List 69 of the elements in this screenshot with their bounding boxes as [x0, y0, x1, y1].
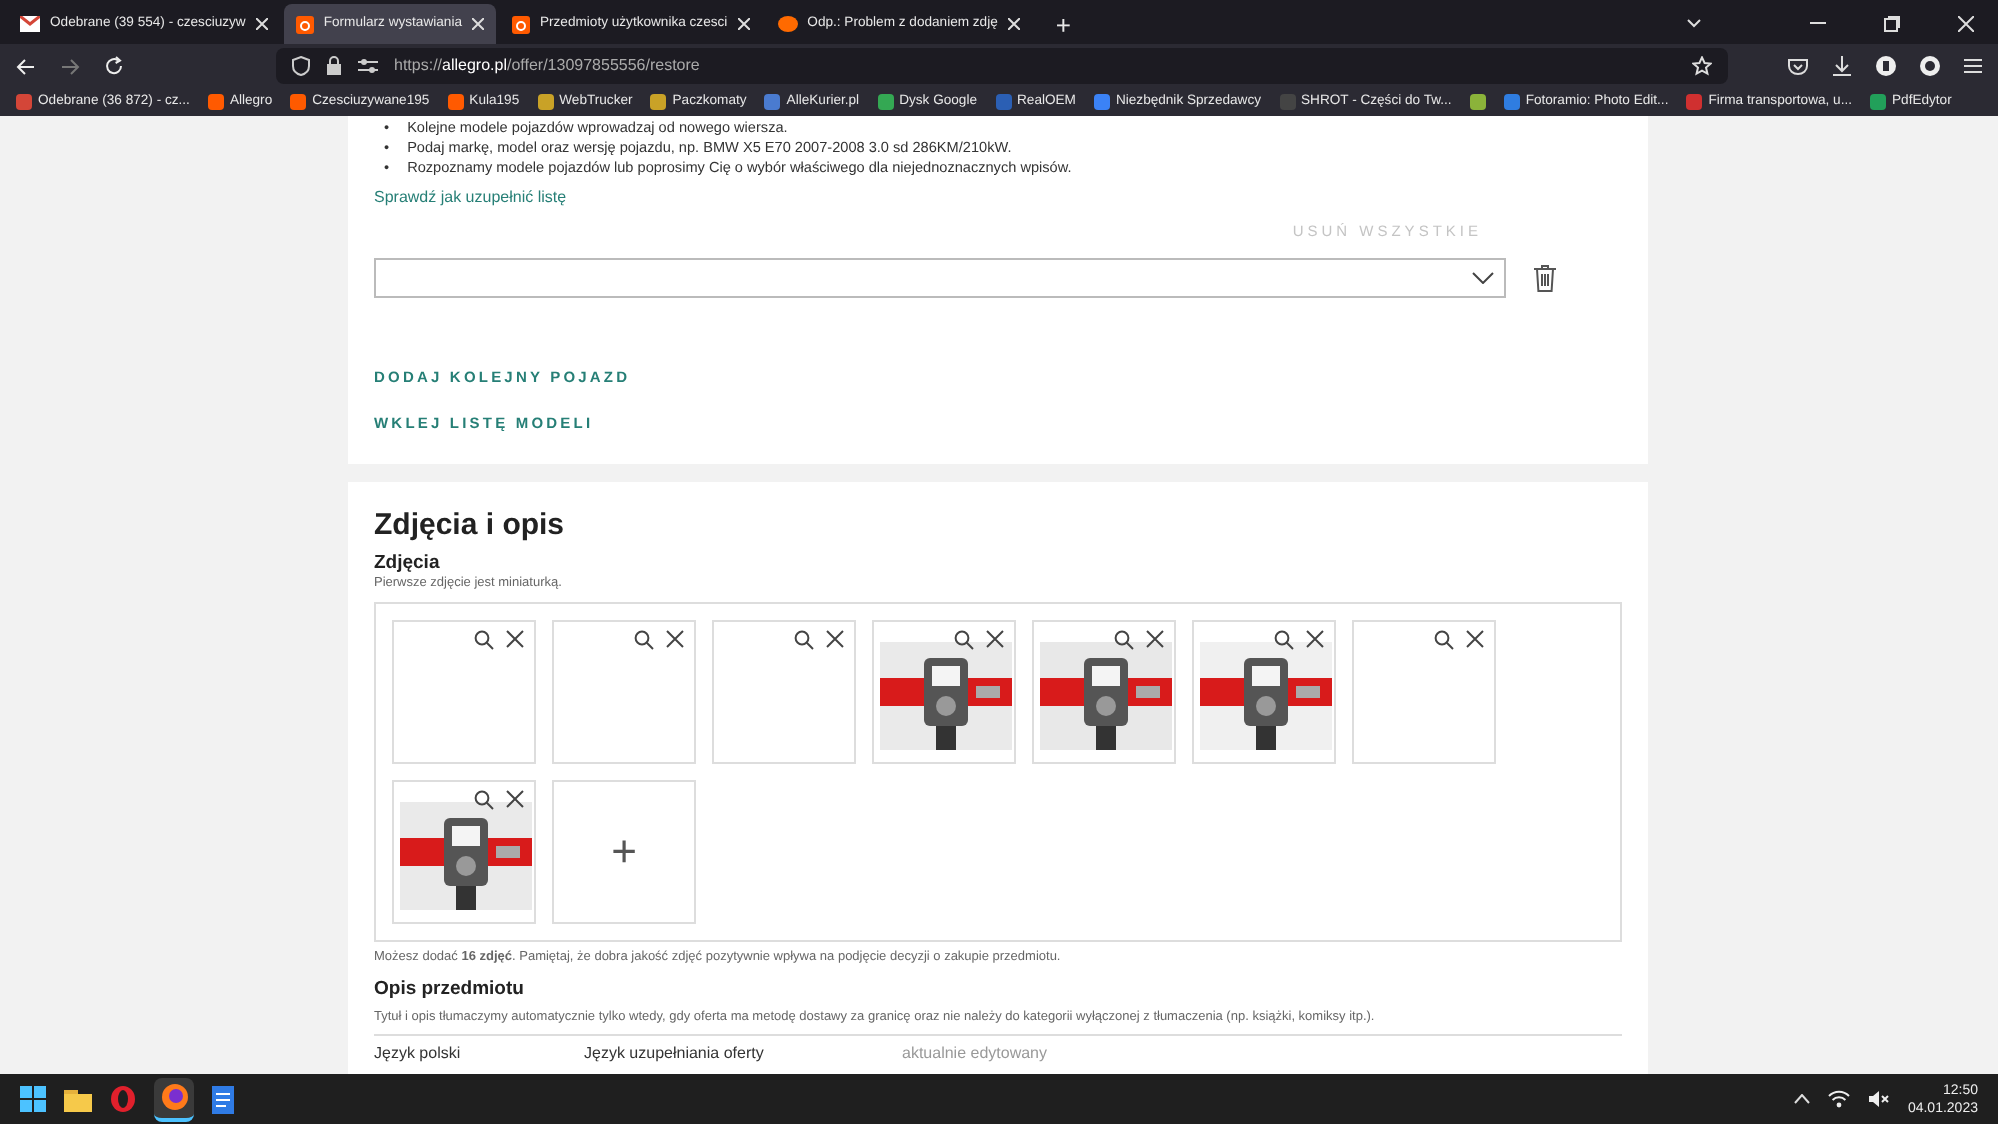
close-icon[interactable] — [826, 629, 844, 648]
add-photo-button[interactable]: + — [552, 779, 696, 924]
description-heading: Opis przedmiotu — [374, 977, 526, 1002]
chat-bubble-icon — [777, 15, 798, 33]
url-text: https://allegro.pl/offer/13097855556/restore — [394, 54, 702, 78]
firefox-taskbar-button[interactable] — [154, 1077, 194, 1121]
document-icon[interactable] — [212, 1085, 234, 1113]
search-icon[interactable] — [634, 629, 654, 650]
opera-icon[interactable] — [110, 1086, 136, 1112]
lock-icon — [326, 56, 342, 76]
photo-tile[interactable] — [1352, 619, 1496, 764]
search-icon[interactable] — [794, 629, 814, 650]
tab-close-icon[interactable] — [1007, 18, 1020, 30]
allegro-icon — [511, 15, 530, 33]
close-icon[interactable] — [666, 629, 684, 648]
photo-tile[interactable] — [1192, 619, 1336, 764]
chevron-up-icon[interactable] — [1793, 1094, 1810, 1104]
bookmark-icon[interactable] — [1469, 94, 1486, 110]
photo-tile[interactable] — [392, 619, 536, 764]
photo-tile[interactable] — [1032, 619, 1176, 764]
mail-icon — [20, 16, 40, 32]
search-icon[interactable] — [1114, 629, 1134, 650]
search-icon[interactable] — [1274, 629, 1294, 650]
section-title: Zdjęcia i opis — [374, 507, 567, 544]
folder-icon[interactable] — [64, 1087, 92, 1111]
permissions-icon — [358, 58, 378, 74]
bookmark-star-icon[interactable] — [1692, 56, 1712, 76]
menu-icon[interactable] — [1964, 58, 1982, 74]
restore-icon[interactable] — [1884, 16, 1900, 32]
help-link[interactable]: Sprawdź jak uzupełnić listę — [374, 186, 1622, 210]
chevron-down-icon — [1472, 272, 1494, 285]
language-tab[interactable]: Język uzupełniania oferty — [584, 1043, 902, 1064]
firefox-icon — [161, 1084, 187, 1110]
windows-start-icon[interactable] — [20, 1086, 46, 1112]
search-icon[interactable] — [954, 629, 974, 650]
search-icon[interactable] — [474, 629, 494, 650]
close-icon[interactable] — [986, 629, 1004, 648]
muted-speaker-icon[interactable] — [1867, 1090, 1890, 1108]
photo-tile[interactable] — [552, 619, 696, 764]
search-icon[interactable] — [474, 789, 494, 810]
language-tab[interactable]: Język polski — [374, 1043, 584, 1064]
close-icon[interactable] — [1146, 629, 1164, 648]
wifi-icon[interactable] — [1827, 1090, 1850, 1108]
photo-tile[interactable] — [392, 779, 536, 924]
close-icon[interactable] — [506, 629, 524, 648]
pocket-icon[interactable] — [1788, 57, 1808, 75]
close-icon[interactable] — [1306, 629, 1324, 648]
tab-close-icon[interactable] — [471, 18, 484, 30]
back-icon[interactable] — [16, 57, 36, 75]
photo-tile[interactable] — [712, 619, 856, 764]
forward-icon[interactable] — [60, 57, 80, 75]
reload-icon[interactable] — [104, 56, 124, 76]
status-label: aktualnie edytowany — [902, 1043, 1049, 1064]
search-icon[interactable] — [1434, 629, 1454, 650]
close-icon[interactable] — [506, 789, 524, 808]
new-tab-button[interactable]: + — [1039, 8, 1087, 44]
trash-icon[interactable] — [1534, 264, 1556, 293]
photos-heading: Zdjęcia — [374, 551, 442, 576]
extension-icon[interactable] — [1876, 56, 1896, 76]
tab-close-icon[interactable] — [737, 18, 750, 30]
close-icon[interactable] — [1466, 629, 1484, 648]
photo-tile[interactable] — [872, 619, 1016, 764]
allegro-icon — [295, 15, 314, 33]
tab-close-icon[interactable] — [255, 18, 268, 30]
address-bar[interactable]: https://allegro.pl/offer/13097855556/restore — [276, 48, 1728, 84]
minimize-icon[interactable] — [1810, 22, 1826, 26]
download-icon[interactable] — [1832, 56, 1852, 76]
shield-icon — [292, 56, 310, 76]
tab-list-icon[interactable] — [1686, 18, 1702, 30]
